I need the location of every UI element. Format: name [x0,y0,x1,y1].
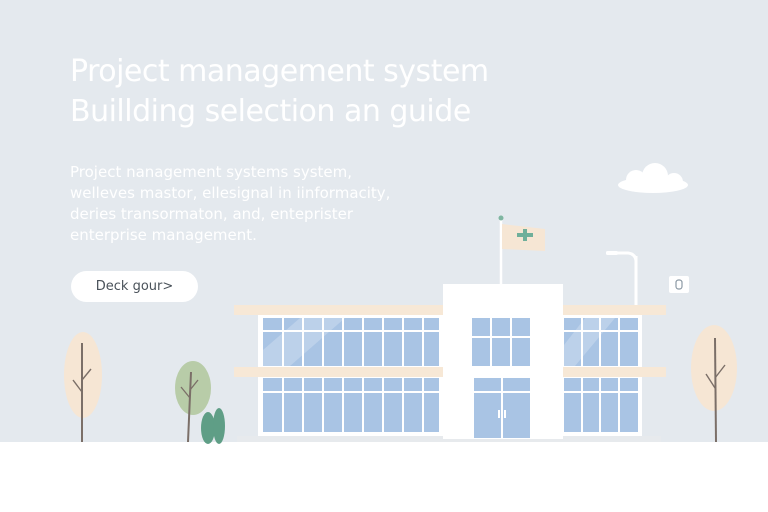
sign-icon [669,276,689,293]
building [234,284,666,442]
tree-peach-left [64,332,102,442]
building-illustration [64,163,737,444]
entrance-door [474,378,530,438]
tree-peach-right [691,325,737,443]
shrub [201,408,225,444]
cloud-icon [618,163,688,193]
flag-icon [498,215,545,285]
street-lamp-icon [606,251,638,305]
